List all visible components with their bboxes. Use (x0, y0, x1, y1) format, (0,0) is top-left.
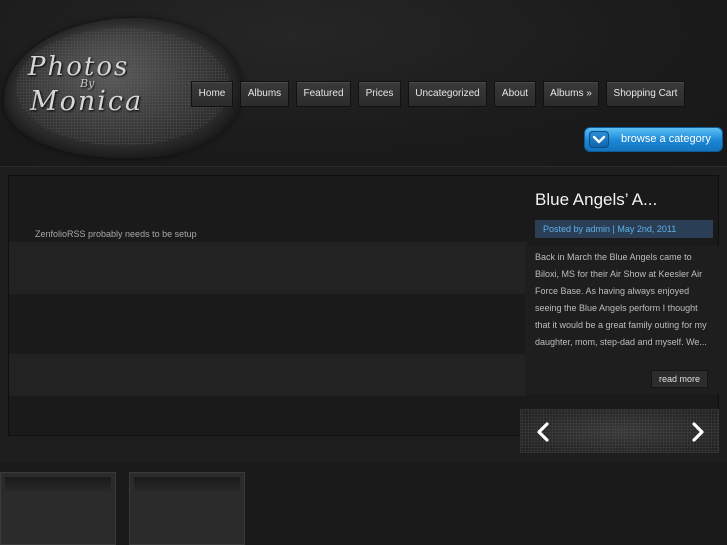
nav-albums[interactable]: Albums (240, 81, 289, 107)
card-header (134, 477, 240, 493)
gallery-card[interactable] (129, 472, 245, 545)
arrow-left-icon[interactable] (530, 419, 556, 445)
post-meta: Posted by admin | May 2nd, 2011 (535, 220, 713, 238)
card-header (5, 477, 111, 493)
nav-shopping-cart[interactable]: Shopping Cart (606, 81, 685, 107)
post-title[interactable]: Blue Angels’ A... (535, 190, 657, 210)
nav-uncategorized[interactable]: Uncategorized (408, 81, 487, 107)
nav-about[interactable]: About (494, 81, 536, 107)
gallery-card[interactable] (0, 472, 116, 545)
slider-band (9, 242, 527, 294)
logo-word-photos: Photos (28, 52, 130, 82)
browse-category-button[interactable]: browse a category (584, 127, 723, 152)
read-more-button[interactable]: read more (651, 370, 708, 388)
slider-controls (520, 409, 719, 453)
nav-home[interactable]: Home (191, 81, 233, 107)
logo-word-monica: Monica (30, 86, 144, 117)
nav-prices[interactable]: Prices (358, 81, 401, 107)
arrow-right-icon[interactable] (685, 419, 711, 445)
zenfolio-message: ZenfolioRSS probably needs to be setup (35, 229, 197, 239)
browse-category-label: browse a category (621, 133, 711, 145)
nav-albums-dropdown[interactable]: Albums » (543, 81, 599, 107)
featured-slider: ZenfolioRSS probably needs to be setup B… (8, 175, 719, 453)
nav-featured[interactable]: Featured (296, 81, 351, 107)
chevron-down-icon (589, 131, 609, 148)
logo-text[interactable]: Photos By Monica (28, 52, 144, 117)
slider-band (9, 354, 527, 396)
